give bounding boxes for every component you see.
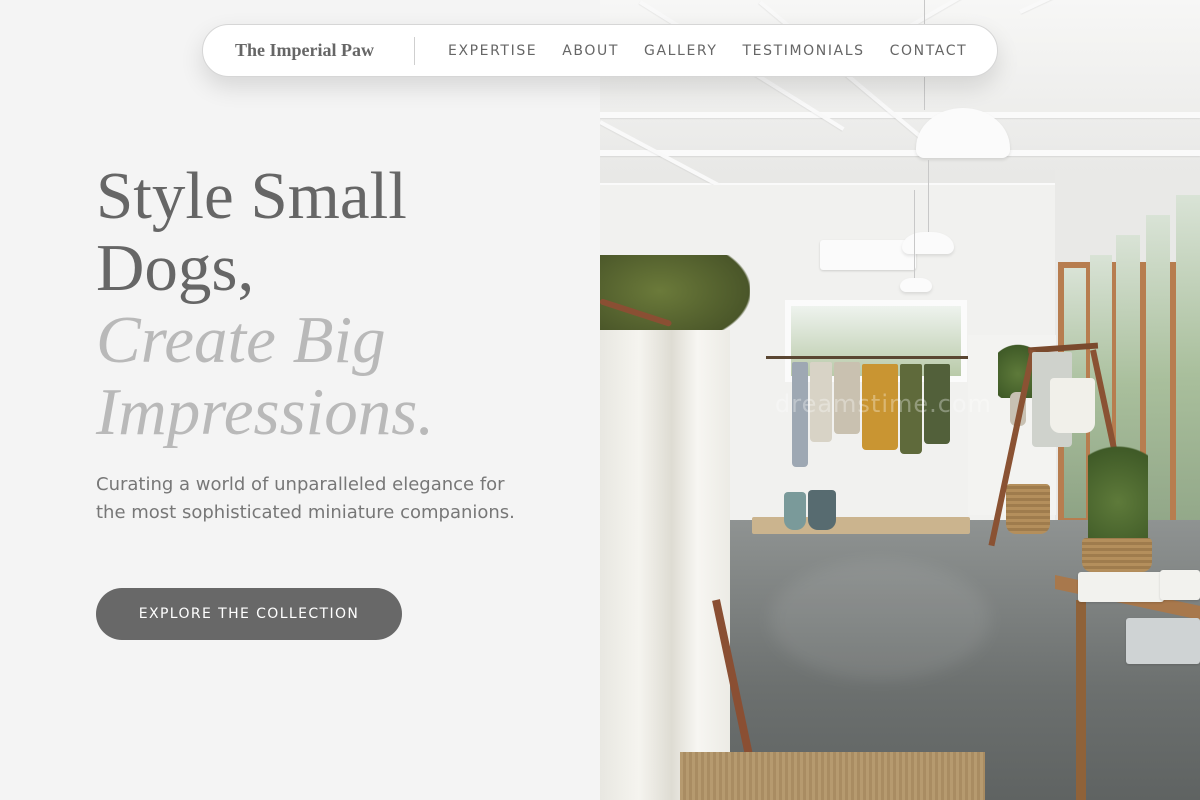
window-glass (1176, 195, 1200, 555)
table-leg (1076, 600, 1086, 800)
brand-logo[interactable]: The Imperial Paw (235, 40, 414, 61)
clothing-rail (766, 356, 969, 359)
nav-link-testimonials[interactable]: TESTIMONIALS (742, 43, 864, 59)
folded-linen (1160, 570, 1200, 600)
nav-links: EXPERTISE ABOUT GALLERY TESTIMONIALS CON… (448, 43, 967, 59)
hero-title-italic-line: Impressions. (96, 375, 435, 449)
explore-collection-button[interactable]: EXPLORE THE COLLECTION (96, 588, 402, 640)
nav-divider (414, 36, 415, 65)
ceiling-beam (600, 150, 1200, 156)
nav-link-gallery[interactable]: GALLERY (644, 43, 717, 59)
pendant-lamp (902, 232, 954, 254)
plant (1088, 430, 1148, 550)
floor-reflection (770, 560, 990, 680)
hero-title: Style Small Dogs, Create Big Impressions… (96, 160, 434, 448)
tote-bag (808, 490, 836, 530)
hanging-clothes (600, 330, 730, 800)
tote-bag (784, 492, 806, 530)
pendant-lamp (900, 278, 932, 292)
hero-title-italic-line: Create Big (96, 303, 386, 377)
folded-linen (1078, 572, 1164, 602)
main-navbar: The Imperial Paw EXPERTISE ABOUT GALLERY… (202, 24, 998, 77)
nav-link-expertise[interactable]: EXPERTISE (448, 43, 537, 59)
hero-title-line: Dogs, (96, 231, 255, 305)
folded-linen (1126, 618, 1200, 664)
nav-link-contact[interactable]: CONTACT (890, 43, 968, 59)
jute-rug (680, 752, 985, 800)
nav-link-about[interactable]: ABOUT (562, 43, 619, 59)
tote-bag (1050, 378, 1095, 433)
basket (1082, 538, 1152, 572)
lamp-cord (928, 160, 929, 235)
hero-subtitle: Curating a world of unparalleled eleganc… (96, 474, 515, 523)
hero-title-line: Style Small (96, 159, 407, 233)
lamp-cord (914, 190, 915, 280)
hero-image: dreamstime.com (600, 0, 1200, 800)
image-watermark: dreamstime.com (775, 390, 993, 418)
window-glass (1146, 215, 1170, 545)
basket (1006, 484, 1050, 534)
